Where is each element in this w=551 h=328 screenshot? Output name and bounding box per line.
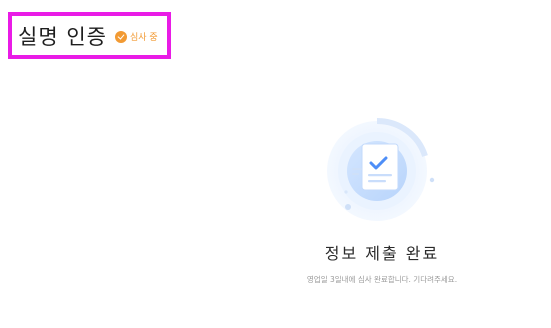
- status-badge: 심사 중: [114, 30, 158, 43]
- submission-complete-description: 영업일 3일내에 심사 완료합니다. 기다려주세요.: [306, 275, 458, 284]
- status-badge-label: 심사 중: [129, 33, 158, 43]
- title-highlight-box: 실명 인증 심사 중: [8, 12, 171, 59]
- page-title: 실명 인증: [18, 24, 107, 49]
- check-circle-icon: [114, 30, 127, 43]
- document-check-icon: [327, 117, 435, 221]
- real-name-verification-page: 실명 인증 심사 중 정보 제출 완료 영업일 3일내에 심사 완료합니다. 기…: [0, 0, 551, 328]
- document-check-illustration: [322, 116, 436, 226]
- submission-complete-title: 정보 제출 완료: [324, 244, 440, 263]
